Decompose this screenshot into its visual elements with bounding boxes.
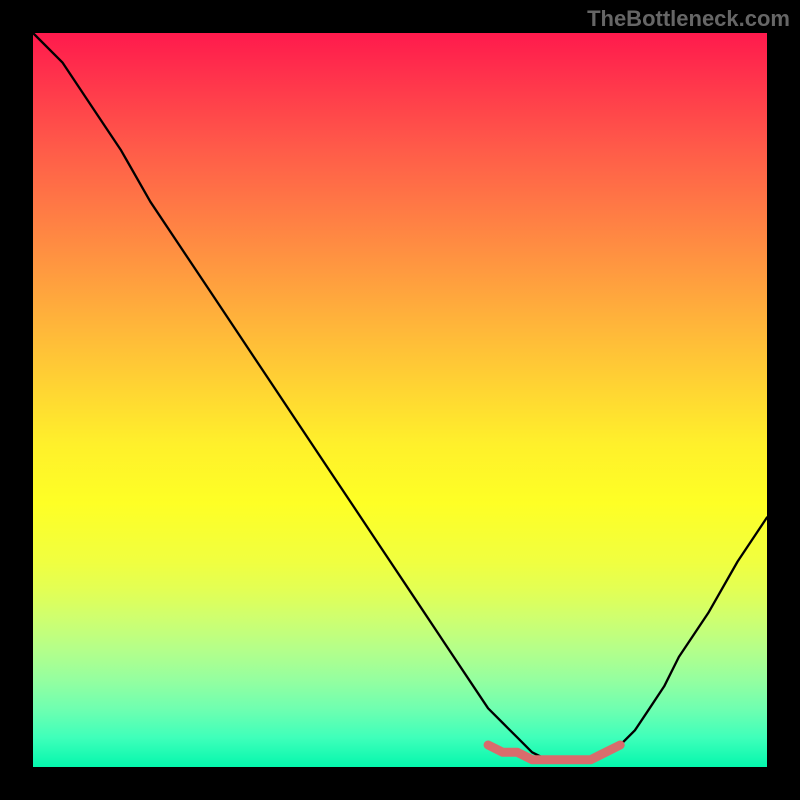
- watermark-label: TheBottleneck.com: [587, 6, 790, 32]
- chart-svg: [33, 33, 767, 767]
- chart-plot-area: [33, 33, 767, 767]
- flat-highlight: [488, 745, 620, 760]
- main-curve: [33, 33, 767, 760]
